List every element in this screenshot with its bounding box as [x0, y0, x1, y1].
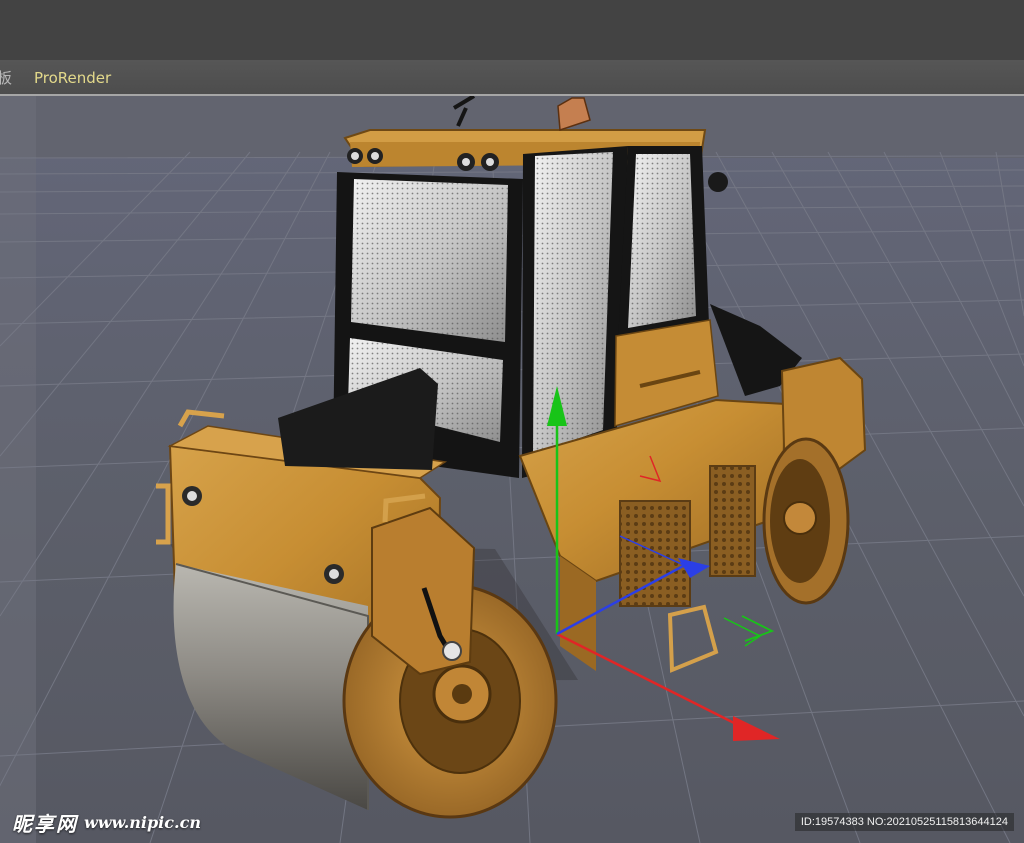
top-toolbar: [0, 0, 1024, 61]
menu-item-partial[interactable]: 板: [0, 69, 12, 87]
rear-wheel: [762, 437, 850, 605]
3d-viewport[interactable]: 昵享网 www.nipic.cn ID:19574383 NO:20210525…: [0, 96, 1024, 843]
app-window: 板 ProRender 昵享网 www.nipic.cn ID:19574383…: [0, 0, 1024, 843]
menu-bar: 板 ProRender: [0, 60, 1024, 96]
menu-item-prorender[interactable]: ProRender: [34, 69, 111, 87]
